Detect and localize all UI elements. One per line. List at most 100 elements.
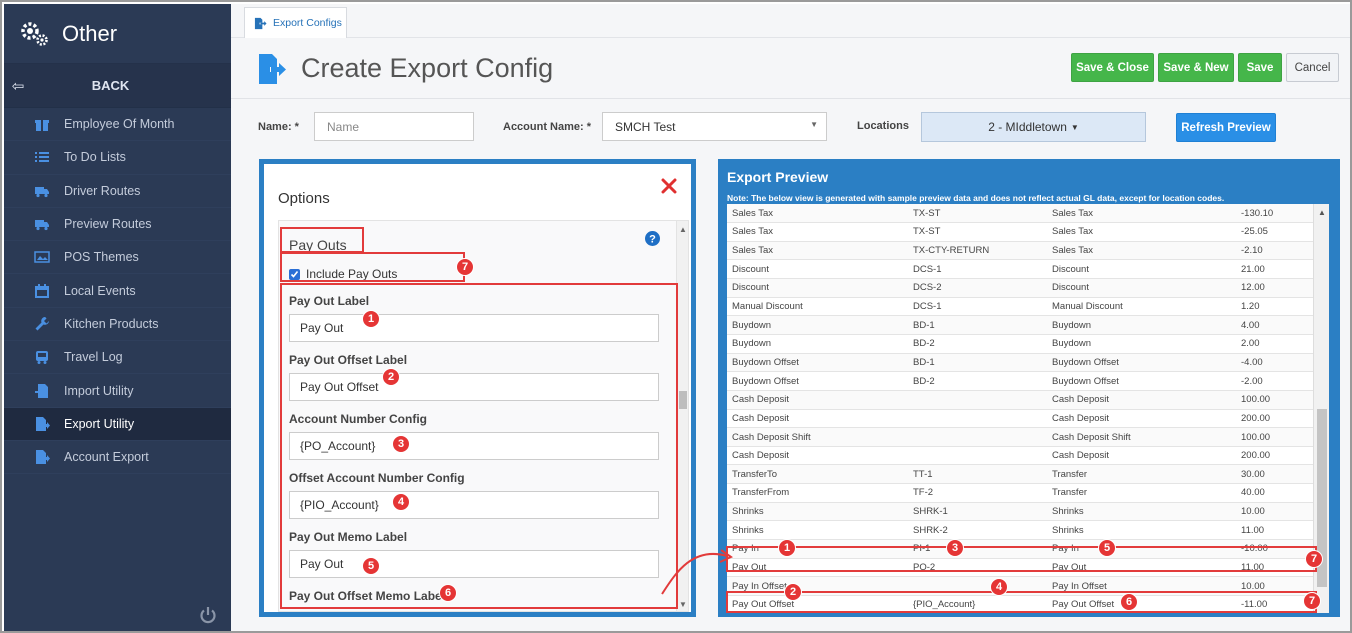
- table-cell: SHRK-1: [908, 502, 1047, 522]
- sidebar-item-label: Employee Of Month: [64, 117, 175, 132]
- sidebar-item-label: Import Utility: [64, 383, 134, 398]
- table-cell: Sales Tax: [1047, 204, 1229, 224]
- account-number-config-input[interactable]: {PO_Account}: [289, 432, 659, 460]
- table-row: Discount DCS-1 Discount 21.00: [727, 259, 1313, 280]
- table-cell: TransferTo: [727, 464, 908, 485]
- table-row: Pay In Offset Pay In Offset 10.00: [727, 576, 1313, 596]
- save-button[interactable]: Save: [1238, 53, 1282, 82]
- table-cell: Cash Deposit: [1047, 409, 1229, 429]
- table-row: TransferTo TT-1 Transfer 30.00: [727, 464, 1313, 485]
- offset-account-number-config-input[interactable]: {PIO_Account}: [289, 491, 659, 519]
- table-cell: Sales Tax: [727, 222, 908, 242]
- table-cell: Pay In Offset: [727, 576, 908, 596]
- marker-2: 2: [382, 368, 400, 386]
- sidebar-item-pos-themes[interactable]: POS Themes: [4, 241, 231, 275]
- sidebar-item-travel-log[interactable]: Travel Log: [4, 341, 231, 375]
- sidebar-nav: Employee Of Month To Do Lists Driver Route…: [4, 108, 231, 475]
- file-export-icon: [259, 54, 286, 84]
- field-label: Account Number Config: [289, 412, 427, 426]
- gift-icon: [34, 116, 50, 132]
- note-prefix: Note: [727, 193, 746, 203]
- field-label: Pay Out Label: [289, 294, 370, 308]
- marker-6: 6: [1120, 593, 1138, 611]
- pay-out-offset-label-input[interactable]: Pay Out Offset: [289, 373, 659, 401]
- save-close-button[interactable]: Save & Close: [1071, 53, 1154, 82]
- tab-export-configs[interactable]: Export Configs: [244, 7, 347, 38]
- table-cell: Shrinks: [727, 502, 908, 522]
- export-preview-panel: Export Preview Note: The below view is g…: [718, 159, 1340, 617]
- gears-icon: [21, 21, 48, 46]
- marker-5: 5: [362, 557, 380, 575]
- sidebar-item-local-events[interactable]: Local Events: [4, 274, 231, 308]
- truck-icon: [34, 216, 50, 232]
- file-export-icon: [34, 416, 50, 432]
- table-cell: -2.00: [1229, 371, 1313, 391]
- save-new-button[interactable]: Save & New: [1158, 53, 1234, 82]
- table-row: Cash Deposit Cash Deposit 200.00: [727, 446, 1313, 466]
- back-arrow-icon: ⇦: [11, 77, 25, 95]
- sidebar-item-kitchen-products[interactable]: Kitchen Products: [4, 308, 231, 342]
- sidebar-item-driver-routes[interactable]: Driver Routes: [4, 175, 231, 208]
- name-input[interactable]: Name: [314, 112, 474, 141]
- cancel-button[interactable]: Cancel: [1286, 53, 1339, 82]
- back-button[interactable]: ⇦ BACK: [4, 64, 231, 108]
- sidebar-item-to-do-lists[interactable]: To Do Lists: [4, 141, 231, 175]
- table-cell: Buydown Offset: [727, 371, 908, 391]
- table-cell: Sales Tax: [727, 204, 908, 224]
- table-cell: 12.00: [1229, 278, 1313, 298]
- table-cell: Cash Deposit Shift: [727, 427, 908, 447]
- check-icon: [290, 271, 299, 278]
- account-name-select[interactable]: SMCH Test ▼: [602, 112, 827, 141]
- table-cell: 4.00: [1229, 315, 1313, 335]
- table-row: Sales Tax TX-CTY-RETURN Sales Tax -2.10: [727, 241, 1313, 261]
- table-row: Pay Out Offset {PIO_Account} Pay Out Offse…: [727, 595, 1313, 613]
- table-cell: 200.00: [1229, 409, 1313, 429]
- sidebar-item-preview-routes[interactable]: Preview Routes: [4, 208, 231, 242]
- sidebar-item-import-utility[interactable]: Import Utility: [4, 374, 231, 408]
- table-cell: -10.00: [1229, 539, 1313, 559]
- sidebar-item-export-utility[interactable]: Export Utility: [4, 407, 231, 441]
- scroll-up-icon[interactable]: ▲: [1318, 208, 1326, 217]
- pay-out-label-input[interactable]: Pay Out: [289, 314, 659, 342]
- table-cell: TF-2: [908, 483, 1047, 503]
- marker-1: 1: [362, 310, 380, 328]
- sidebar-item-account-export[interactable]: Account Export: [4, 441, 231, 475]
- table-cell: [908, 390, 1047, 410]
- table-row: Buydown BD-1 Buydown 4.00: [727, 315, 1313, 335]
- file-export-icon: [254, 17, 267, 29]
- marker-3: 3: [392, 435, 410, 453]
- table-cell: Shrinks: [1047, 520, 1229, 541]
- table-row: Shrinks SHRK-2 Shrinks 11.00: [727, 520, 1313, 541]
- pay-out-memo-label-input[interactable]: Pay Out: [289, 550, 659, 578]
- table-cell: BD-2: [908, 371, 1047, 391]
- file-import-icon: [34, 383, 50, 399]
- section-title: Pay Outs: [289, 237, 347, 253]
- marker-7: 7: [1305, 550, 1323, 568]
- refresh-preview-button[interactable]: Refresh Preview: [1176, 113, 1276, 142]
- field-label: Pay Out Offset Label: [289, 353, 408, 367]
- include-pay-outs-checkbox[interactable]: [289, 269, 300, 280]
- table-cell: BD-1: [908, 315, 1047, 335]
- table-cell: Sales Tax: [1047, 222, 1229, 242]
- preview-table: Sales Tax TX-ST Sales Tax -130.10 Sales Tax T…: [727, 204, 1313, 613]
- locations-dropdown[interactable]: 2 - MIddletown ▼: [921, 112, 1146, 142]
- table-cell: {PIO_Account}: [908, 595, 1047, 613]
- table-row: Cash Deposit Shift Cash Deposit Shift 100.…: [727, 427, 1313, 447]
- table-row: Cash Deposit Cash Deposit 200.00: [727, 409, 1313, 429]
- field-label: Pay Out Offset Memo Label: [289, 589, 446, 603]
- table-cell: Manual Discount: [727, 297, 908, 317]
- table-cell: -130.10: [1229, 204, 1313, 224]
- sidebar-item-employee-of-month[interactable]: Employee Of Month: [4, 108, 231, 142]
- table-row: Pay In PI-1 Pay In -10.00: [727, 539, 1313, 559]
- sidebar-item-label: POS Themes: [64, 250, 139, 265]
- svg-text:?: ?: [649, 234, 656, 246]
- scroll-up-icon[interactable]: ▲: [679, 225, 687, 234]
- marker-6: 6: [439, 584, 457, 602]
- table-cell: Buydown: [727, 334, 908, 354]
- close-icon[interactable]: [661, 178, 677, 194]
- table-cell: Discount: [727, 259, 908, 280]
- help-icon[interactable]: ?: [645, 231, 660, 246]
- power-icon[interactable]: [198, 605, 218, 625]
- scroll-thumb[interactable]: [679, 391, 687, 409]
- preview-note: Note: The below view is generated with s…: [727, 193, 1224, 203]
